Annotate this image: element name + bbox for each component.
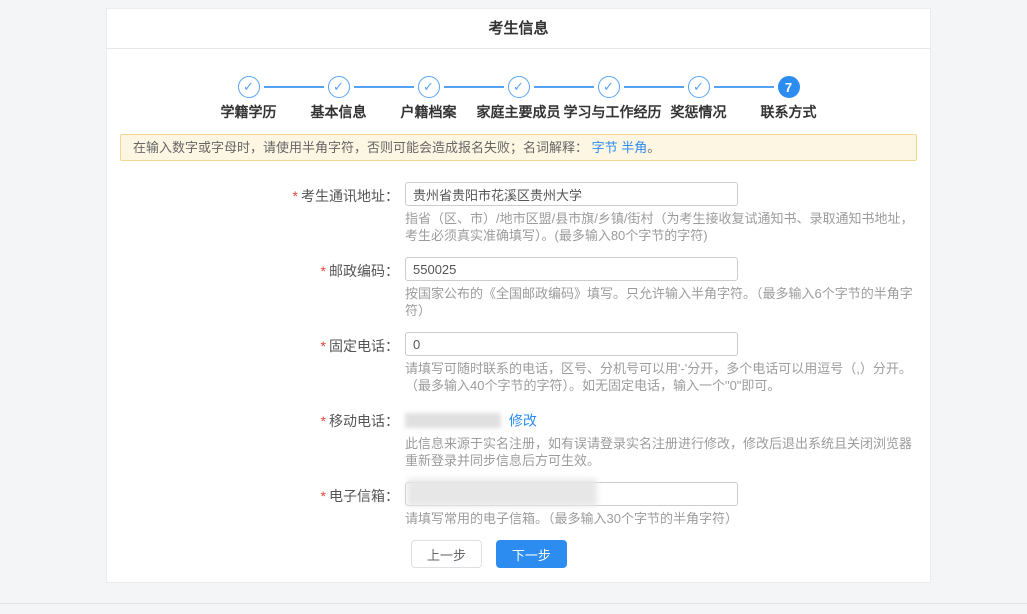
step-label: 联系方式 bbox=[744, 102, 834, 122]
step-study-work-experience[interactable]: ✓ 学习与工作经历 bbox=[564, 76, 654, 122]
step-label: 基本信息 bbox=[294, 102, 384, 122]
landline-phone-input[interactable] bbox=[405, 332, 738, 356]
step-family-members[interactable]: ✓ 家庭主要成员 bbox=[474, 76, 564, 122]
step-label: 户籍档案 bbox=[384, 102, 474, 122]
step-label: 学习与工作经历 bbox=[564, 102, 654, 122]
field-label: *邮政编码： bbox=[107, 257, 405, 319]
check-icon: ✓ bbox=[688, 76, 710, 98]
required-asterisk: * bbox=[321, 263, 326, 279]
step-contact-info-current[interactable]: 7 联系方式 bbox=[744, 76, 834, 122]
candidate-info-card: 考生信息 ✓ 学籍学历 ✓ 基本信息 ✓ 户籍档案 ✓ 家庭主要成员 ✓ 学习与… bbox=[106, 8, 931, 583]
step-rewards-punishments[interactable]: ✓ 奖惩情况 bbox=[654, 76, 744, 122]
contact-info-form: *考生通讯地址： 指省（区、市）/地市区盟/县市旗/乡镇/街村（为考生接收复试通… bbox=[107, 182, 930, 568]
modify-mobile-link[interactable]: 修改 bbox=[509, 412, 537, 428]
step-student-status[interactable]: ✓ 学籍学历 bbox=[204, 76, 294, 122]
step-household-file[interactable]: ✓ 户籍档案 bbox=[384, 76, 474, 122]
required-asterisk: * bbox=[321, 413, 326, 429]
check-icon: ✓ bbox=[418, 76, 440, 98]
form-row-landline-phone: *固定电话： 请填写可随时联系的电话，区号、分机号可以用'-'分开，多个电话可以… bbox=[107, 332, 930, 394]
field-label: *固定电话： bbox=[107, 332, 405, 394]
email-input[interactable] bbox=[405, 482, 738, 506]
field-label: *考生通讯地址： bbox=[107, 182, 405, 244]
step-connector bbox=[624, 86, 684, 88]
byte-definition-link[interactable]: 字节 bbox=[592, 140, 618, 155]
step-connector bbox=[264, 86, 324, 88]
required-asterisk: * bbox=[293, 188, 298, 204]
previous-step-button[interactable]: 上一步 bbox=[411, 540, 482, 568]
page-title: 考生信息 bbox=[488, 20, 548, 37]
step-number-badge: 7 bbox=[778, 76, 800, 98]
form-buttons: 上一步 下一步 bbox=[411, 540, 930, 568]
field-help-text: 按国家公布的《全国邮政编码》填写。只允许输入半角字符。（最多输入6个字节的半角字… bbox=[405, 285, 920, 319]
footer-divider bbox=[0, 603, 1027, 604]
check-icon: ✓ bbox=[598, 76, 620, 98]
check-icon: ✓ bbox=[328, 76, 350, 98]
next-step-button[interactable]: 下一步 bbox=[496, 540, 567, 568]
form-row-mailing-address: *考生通讯地址： 指省（区、市）/地市区盟/县市旗/乡镇/街村（为考生接收复试通… bbox=[107, 182, 930, 244]
step-connector bbox=[354, 86, 414, 88]
step-connector bbox=[444, 86, 504, 88]
redacted-mobile-number bbox=[405, 413, 501, 428]
halfwidth-notice-banner: 在输入数字或字母时，请使用半角字符，否则可能会造成报名失败；名词解释： 字节 半… bbox=[120, 134, 917, 161]
required-asterisk: * bbox=[321, 338, 326, 354]
field-help-text: 此信息来源于实名注册，如有误请登录实名注册进行修改，修改后退出系统且关闭浏览器重… bbox=[405, 435, 920, 469]
form-row-email: *电子信箱： 请填写常用的电子信箱。（最多输入30个字节的半角字符） bbox=[107, 482, 930, 527]
notice-text: 在输入数字或字母时，请使用半角字符，否则可能会造成报名失败；名词解释： bbox=[133, 140, 588, 155]
step-label: 学籍学历 bbox=[204, 102, 294, 122]
stepper: ✓ 学籍学历 ✓ 基本信息 ✓ 户籍档案 ✓ 家庭主要成员 ✓ 学习与工作经历 … bbox=[107, 76, 930, 122]
step-connector bbox=[534, 86, 594, 88]
form-row-postal-code: *邮政编码： 按国家公布的《全国邮政编码》填写。只允许输入半角字符。（最多输入6… bbox=[107, 257, 930, 319]
step-basic-info[interactable]: ✓ 基本信息 bbox=[294, 76, 384, 122]
field-help-text: 请填写可随时联系的电话，区号、分机号可以用'-'分开，多个电话可以用逗号（,）分… bbox=[405, 360, 920, 394]
required-asterisk: * bbox=[321, 488, 326, 504]
check-icon: ✓ bbox=[508, 76, 530, 98]
form-row-mobile-phone: *移动电话： 修改 此信息来源于实名注册，如有误请登录实名注册进行修改，修改后退… bbox=[107, 407, 930, 469]
step-label: 家庭主要成员 bbox=[474, 102, 564, 122]
halfwidth-definition-link[interactable]: 半角 bbox=[621, 140, 647, 155]
check-icon: ✓ bbox=[238, 76, 260, 98]
notice-text-end: 。 bbox=[647, 140, 660, 155]
card-header: 考生信息 bbox=[107, 9, 930, 49]
field-label: *移动电话： bbox=[107, 407, 405, 469]
field-label: *电子信箱： bbox=[107, 482, 405, 527]
step-label: 奖惩情况 bbox=[654, 102, 744, 122]
postal-code-input[interactable] bbox=[405, 257, 738, 281]
field-help-text: 指省（区、市）/地市区盟/县市旗/乡镇/街村（为考生接收复试通知书、录取通知书地… bbox=[405, 210, 920, 244]
mailing-address-input[interactable] bbox=[405, 182, 738, 206]
step-connector bbox=[714, 86, 774, 88]
field-help-text: 请填写常用的电子信箱。（最多输入30个字节的半角字符） bbox=[405, 510, 920, 527]
